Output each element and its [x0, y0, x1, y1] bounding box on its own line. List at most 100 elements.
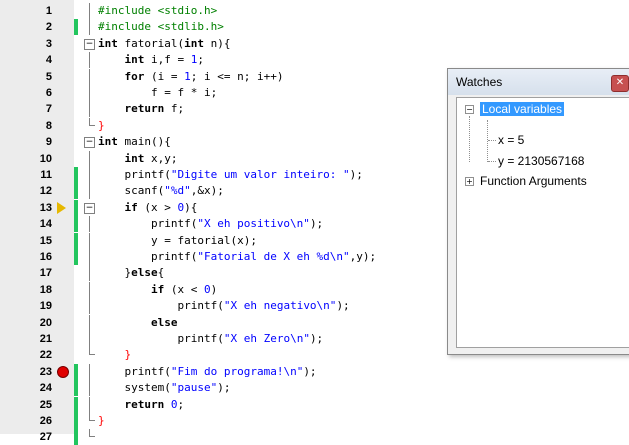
watches-title: Watches [448, 69, 629, 95]
line-number[interactable]: 6 [0, 85, 52, 101]
line-number[interactable]: 1 [0, 3, 52, 19]
line-number[interactable]: 16 [0, 249, 52, 265]
line-number[interactable]: 21 [0, 331, 52, 347]
line-number[interactable]: 22 [0, 347, 52, 363]
code-text[interactable]: for (i = 1; i <= n; i++) [98, 69, 284, 85]
code-text[interactable]: if (x < 0) [98, 282, 217, 298]
line-number[interactable]: 26 [0, 413, 52, 429]
code-text[interactable]: printf("Digite um valor inteiro: "); [98, 167, 362, 183]
line-number[interactable]: 3 [0, 36, 52, 52]
code-token: #include <stdlib.h> [98, 20, 224, 34]
code-text[interactable]: int x,y; [98, 151, 178, 167]
expand-function-arguments-icon[interactable]: + [465, 177, 474, 186]
code-text[interactable]: scanf("%d",&x); [98, 183, 224, 199]
code-line[interactable]: 24 system("pause"); [0, 380, 629, 397]
code-token: scanf( [98, 184, 165, 198]
code-line[interactable]: 27 [0, 429, 629, 445]
code-text[interactable]: } [98, 347, 131, 363]
line-number[interactable]: 13 [0, 200, 52, 216]
change-bar [74, 167, 78, 183]
code-text[interactable]: f = f * i; [98, 85, 217, 101]
code-line[interactable]: 25 return 0; [0, 396, 629, 413]
change-bar [74, 19, 78, 36]
code-text[interactable]: int fatorial(int n){ [98, 36, 230, 52]
code-token: int [98, 36, 118, 50]
change-bar [74, 199, 78, 216]
code-token: (x < [164, 282, 204, 296]
line-number[interactable]: 2 [0, 19, 52, 35]
line-number[interactable]: 9 [0, 134, 52, 150]
code-text[interactable]: return 0; [98, 397, 185, 413]
line-number[interactable]: 14 [0, 216, 52, 232]
line-number[interactable]: 27 [0, 429, 52, 445]
breakpoint-icon[interactable] [57, 365, 69, 378]
code-token: return [124, 397, 165, 411]
code-token: "Fim do programa!\n" [170, 364, 304, 378]
line-number[interactable]: 19 [0, 298, 52, 314]
line-number[interactable]: 18 [0, 282, 52, 298]
line-number[interactable]: 5 [0, 69, 52, 85]
code-line[interactable]: 4 int i,f = 1; [0, 52, 629, 69]
tree-node-function-arguments[interactable]: Function Arguments [480, 172, 587, 190]
expand-local-variables-icon[interactable]: − [465, 105, 474, 114]
code-text[interactable]: #include <stdlib.h> [98, 19, 224, 35]
line-number[interactable]: 7 [0, 101, 52, 117]
code-token: ); [309, 217, 324, 231]
line-number[interactable]: 15 [0, 233, 52, 249]
line-number[interactable]: 10 [0, 151, 52, 167]
fold-toggle-icon[interactable]: − [84, 137, 95, 149]
tree-node-local-variables[interactable]: Local variables [480, 100, 565, 118]
code-line[interactable]: 23 printf("Fim do programa!\n"); [0, 363, 629, 380]
fold-toggle-icon[interactable]: − [84, 38, 95, 50]
code-text[interactable]: #include <stdio.h> [98, 3, 217, 19]
line-number[interactable]: 17 [0, 265, 52, 281]
line-number[interactable]: 8 [0, 118, 52, 134]
watches-window[interactable]: Watches ✕ − Local variables x = 5 y = 21… [447, 68, 629, 355]
code-text[interactable]: printf("X eh negativo\n"); [98, 298, 349, 314]
line-number[interactable]: 23 [0, 364, 52, 380]
code-token: ); [303, 364, 317, 378]
fold-guide [89, 101, 90, 118]
code-text[interactable]: } [98, 118, 105, 134]
code-text[interactable]: printf("X eh Zero\n"); [98, 331, 323, 347]
code-line[interactable]: 2 #include <stdlib.h> [0, 19, 629, 36]
watch-variable-x[interactable]: x = 5 [498, 131, 524, 149]
code-text[interactable]: printf("Fatorial de X eh %d\n",y); [98, 249, 376, 265]
change-bar [74, 216, 78, 233]
watches-tree[interactable]: − Local variables x = 5 y = 2130567168 +… [456, 97, 629, 348]
close-icon[interactable]: ✕ [611, 75, 629, 92]
watch-variable-y[interactable]: y = 2130567168 [498, 152, 584, 170]
code-token: { [157, 266, 165, 280]
code-token: for [124, 69, 145, 83]
code-line[interactable]: 3 − int fatorial(int n){ [0, 36, 629, 52]
code-text[interactable]: int i,f = 1; [98, 52, 204, 68]
code-line[interactable]: 1 #include <stdio.h> [0, 3, 629, 19]
code-token: ,&x); [190, 184, 224, 198]
code-text[interactable]: if (x > 0){ [98, 200, 198, 216]
line-number[interactable]: 11 [0, 167, 52, 183]
code-token: "Fatorial de X eh %d\n" [197, 250, 350, 263]
code-token: f; [164, 102, 185, 116]
fold-guide-end [89, 436, 95, 438]
code-text[interactable]: }else{ [98, 265, 164, 281]
code-text[interactable]: int main(){ [98, 134, 171, 150]
fold-toggle-icon[interactable]: − [84, 202, 95, 214]
code-token: ); [217, 381, 231, 395]
line-number[interactable]: 24 [0, 380, 52, 396]
line-number[interactable]: 25 [0, 397, 52, 413]
line-number[interactable]: 4 [0, 52, 52, 68]
line-number[interactable]: 20 [0, 315, 52, 331]
code-token: "X eh positivo\n" [197, 217, 310, 231]
code-text[interactable]: return f; [98, 101, 185, 117]
line-number[interactable]: 12 [0, 183, 52, 199]
code-line[interactable]: 26} [0, 413, 629, 429]
change-bar [74, 249, 78, 265]
code-text[interactable]: printf("X eh positivo\n"); [98, 216, 323, 232]
code-token: printf( [98, 217, 198, 231]
code-text[interactable]: printf("Fim do programa!\n"); [98, 364, 317, 380]
code-text[interactable]: system("pause"); [98, 380, 230, 396]
code-text[interactable]: } [98, 413, 105, 429]
code-text[interactable]: y = fatorial(x); [98, 233, 257, 249]
code-text[interactable]: else [98, 315, 178, 331]
